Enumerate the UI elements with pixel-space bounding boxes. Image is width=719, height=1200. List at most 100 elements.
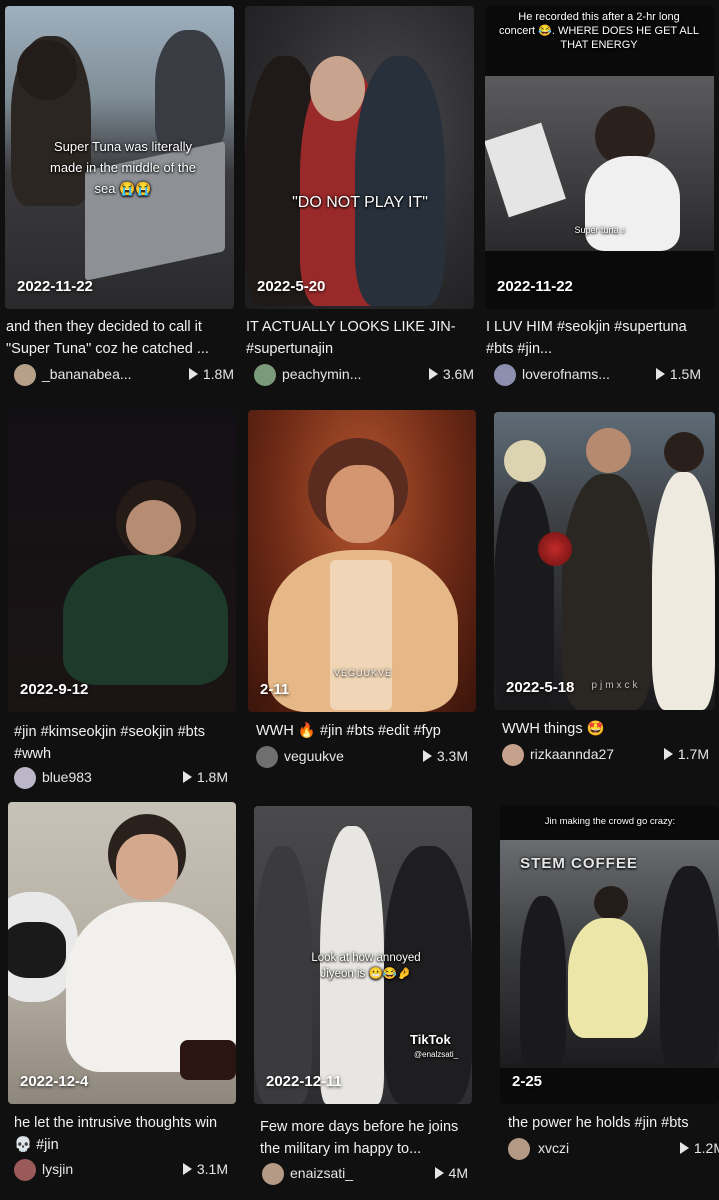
video-caption[interactable]: Few more days before he joins the milita… <box>260 1116 478 1160</box>
video-meta: veguukve 3.3M <box>246 746 474 768</box>
video-date: 2022-12-4 <box>20 1073 89 1090</box>
username[interactable]: _bananabea... <box>42 366 132 382</box>
video-date: 2-11 <box>260 681 290 698</box>
video-card-5[interactable]: VEGUUKVE 2-11 WWH 🔥 #jin #bts #edit #fyp… <box>240 400 480 795</box>
video-caption[interactable]: WWH 🔥 #jin #bts #edit #fyp <box>256 720 478 742</box>
person-figure <box>520 896 566 1068</box>
play-icon <box>655 368 665 380</box>
username[interactable]: xvczi <box>538 1140 569 1156</box>
video-thumbnail[interactable]: STEM COFFEE Jin making the crowd go craz… <box>500 806 719 1104</box>
video-overlay-text: He recorded this after a 2-hr long conce… <box>499 11 699 51</box>
view-count: 3.3M <box>422 748 468 764</box>
sound-label: Super tuna ♪ <box>574 225 626 235</box>
video-card-4[interactable]: 2022-9-12 #jin #kimseokjin #seokjin #bts… <box>0 400 240 795</box>
video-card-2[interactable]: "DO NOT PLAY IT" 2022-5-20 IT ACTUALLY L… <box>240 0 480 395</box>
view-count: 1.5M <box>655 366 701 382</box>
person-figure <box>254 846 312 1104</box>
person-figure <box>504 440 546 482</box>
user-avatar[interactable] <box>14 767 36 789</box>
video-thumbnail[interactable]: VEGUUKVE 2-11 <box>248 410 476 712</box>
user-avatar[interactable] <box>14 1159 36 1181</box>
username[interactable]: loverofnams... <box>522 366 610 382</box>
user-avatar[interactable] <box>262 1163 284 1185</box>
person-figure <box>355 56 445 306</box>
watermark-text: VEGUUKVE <box>333 668 392 678</box>
cake <box>180 1040 236 1080</box>
video-thumbnail[interactable]: 2022-12-4 <box>8 802 236 1104</box>
tiktok-watermark-user: @enalzsati_ <box>414 1050 459 1059</box>
play-icon <box>182 1163 192 1175</box>
video-date: 2022-12-11 <box>266 1073 342 1090</box>
video-thumbnail[interactable]: Look at how annoyed Jiyeon is 😬😂🤌 TikTok… <box>254 806 472 1104</box>
video-meta: lysjin 3.1M <box>6 1159 234 1181</box>
view-count: 1.8M <box>182 769 228 785</box>
person-figure <box>664 432 704 472</box>
video-caption[interactable]: #jin #kimseokjin #seokjin #bts #wwh <box>14 721 236 765</box>
view-count: 3.6M <box>428 366 474 382</box>
user-avatar[interactable] <box>14 364 36 386</box>
person-figure <box>594 886 628 920</box>
play-icon <box>182 771 192 783</box>
user-avatar[interactable] <box>256 746 278 768</box>
play-icon <box>679 1142 689 1154</box>
watermark-text: pjmxck <box>591 680 641 691</box>
video-overlay-text: Look at how annoyed Jiyeon is 😬😂🤌 <box>311 952 421 980</box>
username[interactable]: rizkaannda27 <box>530 746 614 762</box>
video-thumbnail[interactable]: "DO NOT PLAY IT" 2022-5-20 <box>245 6 474 309</box>
video-date: 2-25 <box>512 1073 543 1090</box>
video-date: 2022-11-22 <box>17 278 93 295</box>
video-caption[interactable]: and then they decided to call it "Super … <box>6 316 238 360</box>
view-count: 3.1M <box>182 1161 228 1177</box>
video-meta: peachymin... 3.6M <box>246 364 474 386</box>
video-meta: xvczi 1.2M <box>508 1138 719 1160</box>
person-figure <box>562 474 652 710</box>
person-figure <box>17 40 77 100</box>
video-caption[interactable]: I LUV HIM #seokjin #supertuna #bts #jin.… <box>486 316 716 360</box>
user-avatar[interactable] <box>494 364 516 386</box>
username[interactable]: lysjin <box>42 1161 73 1177</box>
user-avatar[interactable] <box>508 1138 530 1160</box>
play-icon <box>188 368 198 380</box>
video-thumbnail[interactable]: pjmxck 2022-5-18 <box>494 412 715 710</box>
person-figure <box>660 866 719 1068</box>
video-caption[interactable]: WWH things 🤩 <box>502 718 712 740</box>
person-figure <box>586 428 631 473</box>
play-icon <box>434 1167 444 1179</box>
person-figure <box>310 56 365 121</box>
user-avatar[interactable] <box>254 364 276 386</box>
person-figure <box>126 500 181 555</box>
store-sign: STEM COFFEE <box>520 855 638 872</box>
video-card-3[interactable]: He recorded this after a 2-hr long conce… <box>480 0 719 395</box>
video-card-6[interactable]: pjmxck 2022-5-18 WWH things 🤩 rizkaannda… <box>480 400 719 795</box>
view-count: 1.8M <box>188 366 234 382</box>
username[interactable]: veguukve <box>284 748 344 764</box>
video-card-7[interactable]: 2022-12-4 he let the intrusive thoughts … <box>0 796 240 1200</box>
flower-bouquet <box>538 532 572 566</box>
video-thumbnail[interactable]: He recorded this after a 2-hr long conce… <box>485 6 714 309</box>
video-card-1[interactable]: Super Tuna was literally made in the mid… <box>0 0 240 395</box>
person-figure <box>326 465 394 543</box>
person-figure <box>330 560 392 710</box>
username[interactable]: blue983 <box>42 769 92 785</box>
video-meta: enaizsati_ 4M <box>246 1163 474 1185</box>
play-icon <box>422 750 432 762</box>
video-thumbnail[interactable]: Super Tuna was literally made in the mid… <box>5 6 234 309</box>
video-caption[interactable]: IT ACTUALLY LOOKS LIKE JIN- #supertunaji… <box>246 316 478 360</box>
video-caption[interactable]: the power he holds #jin #bts <box>508 1112 719 1134</box>
video-card-8[interactable]: Look at how annoyed Jiyeon is 😬😂🤌 TikTok… <box>240 796 480 1200</box>
video-caption[interactable]: he let the intrusive thoughts win 💀 #jin <box>14 1112 236 1156</box>
user-avatar[interactable] <box>502 744 524 766</box>
video-overlay-text: Super Tuna was literally made in the mid… <box>50 139 196 196</box>
username[interactable]: enaizsati_ <box>290 1165 353 1181</box>
person-figure <box>585 156 680 251</box>
video-meta: blue983 1.8M <box>6 767 234 789</box>
video-card-9[interactable]: STEM COFFEE Jin making the crowd go craz… <box>480 796 719 1200</box>
video-overlay-text: Jin making the crowd go crazy: <box>544 816 676 827</box>
play-icon <box>428 368 438 380</box>
tiktok-logo: TikTok <box>410 1032 451 1047</box>
video-date: 2022-11-22 <box>497 278 573 295</box>
username[interactable]: peachymin... <box>282 366 361 382</box>
video-date: 2022-5-18 <box>506 679 575 696</box>
video-date: 2022-5-20 <box>257 278 326 295</box>
video-thumbnail[interactable]: 2022-9-12 <box>8 410 236 712</box>
